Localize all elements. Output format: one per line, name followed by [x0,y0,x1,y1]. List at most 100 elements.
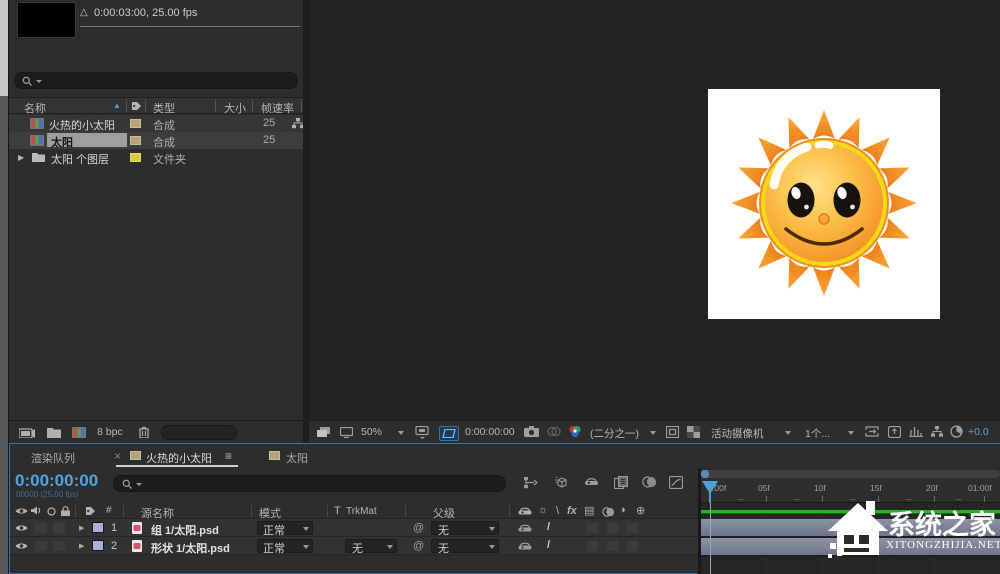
parent-value[interactable]: 无 [438,540,449,556]
motion-blur-icon[interactable] [642,476,657,488]
column-framerate[interactable]: 帧速率 [261,100,294,116]
column-type[interactable]: 类型 [153,100,175,116]
quality-switch-icon[interactable]: / [547,539,550,551]
always-preview-icon[interactable] [317,427,330,438]
magnification-value[interactable]: 50% [361,426,382,438]
resolution-chevron[interactable] [650,431,656,435]
pixel-aspect-correction-icon[interactable] [909,426,923,437]
interpret-footage-icon[interactable] [19,427,35,438]
camera-view-value[interactable]: 活动摄像机 [711,426,764,441]
switch-cell[interactable] [606,540,619,552]
column-trkmat[interactable]: TrkMat [346,506,377,517]
sort-ascending-icon[interactable]: ▲ [113,101,121,110]
time-navigator-bar[interactable] [701,470,1000,478]
eye-icon[interactable] [15,542,28,550]
solo-cell[interactable] [34,540,48,552]
layer-row-1[interactable]: ▶ 1 组 1/太阳.psd 正常 @ 无 / [10,519,698,537]
search-options-chevron[interactable] [136,483,142,486]
trkmat-value[interactable]: 无 [352,540,363,556]
hide-shy-layers-icon[interactable] [584,476,599,488]
switch-cell[interactable] [586,522,599,534]
blend-mode-chevron[interactable] [303,545,309,549]
composition-mini-flowchart-icon[interactable] [524,477,539,489]
target-region-icon[interactable] [666,426,679,438]
switch-cell[interactable] [586,540,599,552]
tab-render-queue[interactable]: 渲染队列 [31,450,75,466]
primary-viewer-icon[interactable] [340,427,353,438]
layer-source-name[interactable]: 形状 1/太阳.psd [151,540,230,556]
expand-arrow-icon[interactable]: ▶ [18,153,24,162]
layer-source-name[interactable]: 组 1/太阳.psd [151,522,219,538]
timeline-search-input[interactable] [148,477,426,493]
blend-mode-value[interactable]: 正常 [263,522,285,538]
timeline-search-box[interactable] [113,475,506,492]
shy-switch-icon[interactable] [518,541,532,552]
tab-comp-main[interactable]: 火热的小太阳 [146,450,212,466]
region-of-interest-icon[interactable] [439,426,459,441]
project-search-input[interactable] [49,74,250,90]
column-name[interactable]: 名称 [24,100,46,116]
trkmat-chevron[interactable] [387,545,393,549]
playhead-stem[interactable] [709,481,711,503]
label-color-chip[interactable] [130,136,141,145]
transparency-grid-icon[interactable] [687,426,700,438]
new-folder-icon[interactable] [47,427,61,438]
eye-icon[interactable] [15,524,28,532]
trash-icon[interactable] [139,426,149,438]
parent-value[interactable]: 无 [438,522,449,538]
frame-blend-switch-icon[interactable]: ▤ [584,504,594,517]
project-row-folder-sun-layers[interactable]: ▶ 太阳 个图层 文件夹 [9,149,303,166]
camera-view-chevron[interactable] [785,431,791,435]
label-tag-icon[interactable] [131,101,142,111]
blend-mode-chevron[interactable] [303,527,309,531]
switch-cell[interactable] [626,540,639,552]
expand-arrow-icon[interactable]: ▶ [79,524,84,532]
label-color-chip[interactable] [130,119,141,128]
project-search-box[interactable] [14,72,298,89]
composition-canvas[interactable] [708,89,940,319]
collapse-transformations-icon[interactable]: ☼ [538,504,548,516]
shy-switch-icon[interactable] [518,523,532,534]
panel-menu-icon[interactable]: ≡ [225,449,232,463]
motion-blur-switch-icon[interactable] [602,507,615,517]
quality-icon[interactable]: \ [556,505,559,517]
label-tag-icon[interactable] [85,506,96,516]
view-count-value[interactable]: 1个... [805,426,830,441]
layer-label-chip[interactable] [92,522,104,533]
threed-layer-icon[interactable]: ⊕ [636,504,645,517]
effects-fx-icon[interactable]: fx [567,505,577,517]
column-size[interactable]: 大小 [224,100,246,116]
channel-rgb-icon[interactable] [568,425,582,438]
new-composition-icon[interactable] [72,427,86,438]
snapshot-camera-icon[interactable] [524,426,539,437]
parent-chevron[interactable] [489,545,495,549]
grid-guides-options-icon[interactable] [415,426,430,439]
view-count-chevron[interactable] [848,431,854,435]
bit-depth-label[interactable]: 8 bpc [97,426,123,438]
share-view-options-icon[interactable] [865,426,879,437]
parent-pickwhip-icon[interactable]: @ [413,522,424,534]
layer-row-2[interactable]: ▶ 2 形状 1/太阳.psd 正常 无 @ 无 / [10,537,698,555]
blend-mode-value[interactable]: 正常 [263,540,285,556]
adjustment-layer-icon[interactable]: ◑ [619,504,626,516]
exposure-wheel-icon[interactable] [950,425,963,438]
timeline-current-timecode[interactable]: 0:00:00:00 [15,471,98,491]
tab-close-icon[interactable]: × [114,449,121,463]
label-color-chip[interactable] [130,153,141,162]
parent-chevron[interactable] [489,527,495,531]
parent-pickwhip-icon[interactable]: @ [413,540,424,552]
fast-previews-icon[interactable] [931,426,943,437]
tab-comp-sun[interactable]: 太阳 [286,450,308,466]
navigator-start-handle[interactable] [701,470,709,478]
resolution-value[interactable]: (二分之一) [590,426,639,441]
quality-switch-icon[interactable]: / [547,521,550,533]
lock-cell[interactable] [52,540,66,552]
graph-editor-icon[interactable] [669,476,683,489]
lock-cell[interactable] [52,522,66,534]
exposure-value[interactable]: +0.0 [968,426,989,438]
switch-cell[interactable] [606,522,619,534]
viewer-timecode[interactable]: 0:00:00:00 [465,426,515,438]
project-row-comp-hot-sun[interactable]: 火热的小太阳 合成 25 [9,115,303,132]
shy-switch-icon[interactable] [518,506,532,517]
draft-3d-icon[interactable] [554,476,568,489]
